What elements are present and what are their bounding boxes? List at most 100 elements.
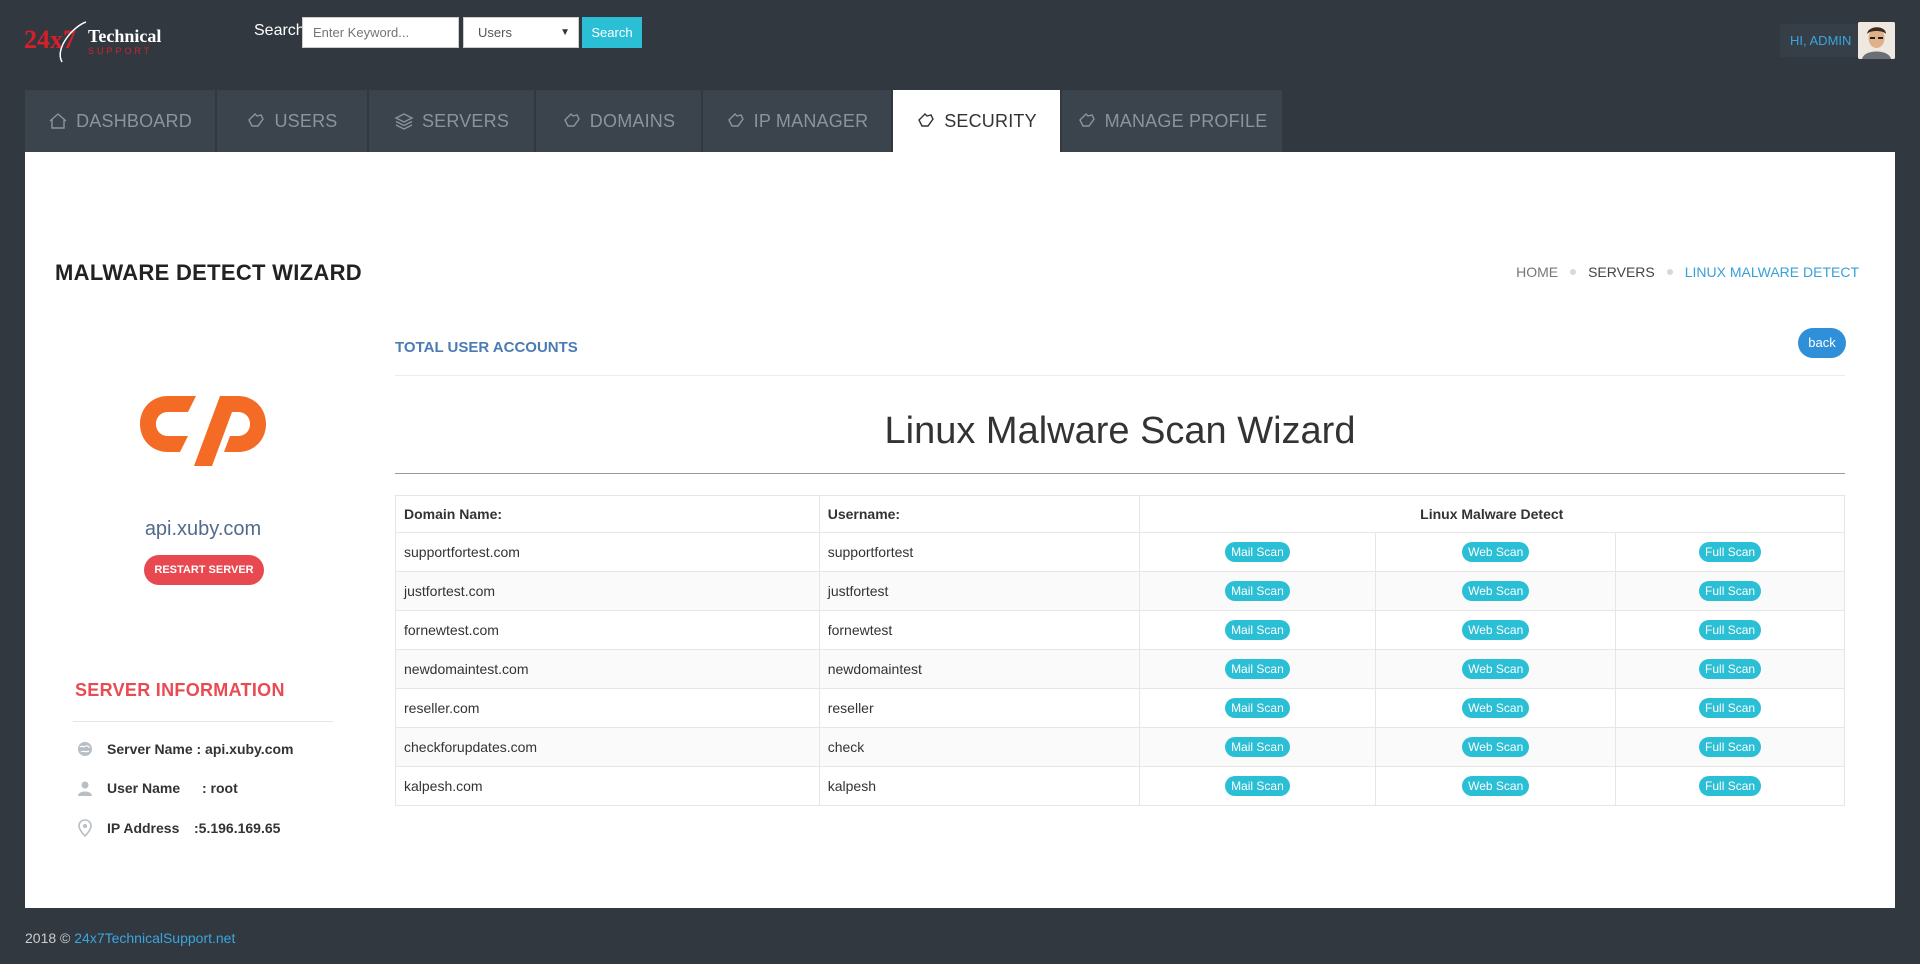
mail-scan-button[interactable]: Mail Scan — [1225, 620, 1290, 640]
full-scan-button[interactable]: Full Scan — [1699, 620, 1762, 640]
search-input[interactable] — [302, 17, 459, 48]
breadcrumb-home[interactable]: Home — [1516, 264, 1558, 280]
full-scan-button[interactable]: Full Scan — [1699, 659, 1762, 679]
search-button[interactable]: Search — [582, 17, 642, 48]
footer-link[interactable]: 24x7TechnicalSupport.net — [74, 930, 235, 946]
tab-ip-manager[interactable]: IP Manager — [703, 90, 891, 152]
layers-icon — [394, 112, 414, 130]
back-button[interactable]: back — [1798, 328, 1846, 358]
svg-text:24x7: 24x7 — [24, 25, 76, 54]
home-icon — [48, 112, 68, 130]
info-label: Server Name : api.xuby.com — [107, 741, 294, 757]
mail-scan-cell: Mail Scan — [1138, 727, 1377, 767]
mail-scan-button[interactable]: Mail Scan — [1225, 776, 1290, 796]
avatar[interactable] — [1858, 22, 1895, 59]
full-scan-button[interactable]: Full Scan — [1699, 776, 1762, 796]
full-scan-button[interactable]: Full Scan — [1699, 698, 1762, 718]
hand-icon — [916, 112, 936, 130]
full-scan-button[interactable]: Full Scan — [1699, 581, 1762, 601]
total-user-accounts-heading: Total User Accounts — [395, 339, 578, 356]
full-scan-button[interactable]: Full Scan — [1699, 542, 1762, 562]
username-cell: reseller — [818, 688, 1140, 728]
breadcrumb-separator — [1570, 269, 1577, 275]
tab-users[interactable]: Users — [217, 90, 367, 152]
domain-cell: supportfortest.com — [395, 532, 820, 572]
web-scan-cell: Web Scan — [1375, 649, 1617, 689]
breadcrumb-separator — [1666, 269, 1673, 275]
web-scan-button[interactable]: Web Scan — [1462, 776, 1530, 796]
search-category-select[interactable]: Users ▼ — [463, 17, 579, 48]
hand-icon — [246, 112, 266, 130]
info-label: User Name — [107, 780, 181, 796]
web-scan-cell: Web Scan — [1375, 532, 1617, 572]
full-scan-cell: Full Scan — [1615, 610, 1845, 650]
web-scan-cell: Web Scan — [1375, 688, 1617, 728]
domain-cell: fornewtest.com — [395, 610, 820, 650]
footer: 2018 © 24x7TechnicalSupport.net — [25, 930, 235, 946]
tab-manage-profile[interactable]: Manage Profile — [1062, 90, 1282, 152]
hand-icon — [1077, 112, 1097, 130]
tab-security[interactable]: Security — [893, 90, 1060, 152]
username-cell: supportfortest — [818, 532, 1140, 572]
mail-scan-button[interactable]: Mail Scan — [1225, 659, 1290, 679]
tab-label: Manage Profile — [1104, 110, 1268, 131]
mail-scan-button[interactable]: Mail Scan — [1225, 698, 1290, 718]
tab-label: Servers — [421, 110, 510, 131]
mail-scan-cell: Mail Scan — [1138, 649, 1377, 689]
mail-scan-button[interactable]: Mail Scan — [1225, 581, 1290, 601]
web-scan-cell: Web Scan — [1375, 766, 1617, 806]
domain-cell: justfortest.com — [395, 571, 820, 611]
table-row: checkforupdates.com check Mail Scan Web Sca… — [395, 727, 1845, 767]
search-label: Search — [254, 22, 305, 39]
divider — [73, 721, 333, 722]
full-scan-cell: Full Scan — [1615, 766, 1845, 806]
username-cell: fornewtest — [818, 610, 1140, 650]
mail-scan-cell: Mail Scan — [1138, 610, 1377, 650]
domain-cell: kalpesh.com — [395, 766, 820, 806]
domain-cell: reseller.com — [395, 688, 820, 728]
table-row: kalpesh.com kalpesh Mail Scan Web Scan Full … — [395, 766, 1845, 806]
tab-servers[interactable]: Servers — [369, 90, 534, 152]
tab-domains[interactable]: Domains — [536, 90, 701, 152]
mail-scan-button[interactable]: Mail Scan — [1225, 737, 1290, 757]
tab-label: Domains — [589, 110, 676, 131]
table-row: newdomaintest.com newdomaintest Mail Scan W… — [395, 649, 1845, 689]
header: 24x7 Technical SUPPORT Search Users ▼ Se… — [0, 0, 1920, 90]
user-greeting[interactable]: HI, ADMIN — [1780, 24, 1862, 57]
web-scan-button[interactable]: Web Scan — [1462, 542, 1530, 562]
domain-cell: checkforupdates.com — [395, 727, 820, 767]
full-scan-cell: Full Scan — [1615, 727, 1845, 767]
web-scan-button[interactable]: Web Scan — [1462, 659, 1530, 679]
main-nav-tabs: Dashboard Users Servers Domains IP Manag… — [25, 90, 1284, 152]
breadcrumb-servers[interactable]: Servers — [1588, 264, 1655, 280]
column-header-username: Username: — [818, 495, 1140, 533]
table-row: justfortest.com justfortest Mail Scan Web S… — [395, 571, 1845, 611]
svg-text:Technical: Technical — [88, 26, 161, 46]
web-scan-button[interactable]: Web Scan — [1462, 698, 1530, 718]
web-scan-cell: Web Scan — [1375, 727, 1617, 767]
ip-address-info: IP Address :5.196.169.65 — [75, 819, 280, 837]
mail-scan-cell: Mail Scan — [1138, 766, 1377, 806]
web-scan-button[interactable]: Web Scan — [1462, 581, 1530, 601]
footer-copyright: 2018 © — [25, 930, 71, 946]
username-cell: newdomaintest — [818, 649, 1140, 689]
web-scan-button[interactable]: Web Scan — [1462, 620, 1530, 640]
server-hostname: api.xuby.com — [144, 518, 262, 540]
column-header-malware-detect: Linux Malware Detect — [1138, 495, 1845, 533]
table-row: fornewtest.com fornewtest Mail Scan Web Sca… — [395, 610, 1845, 650]
breadcrumb-current: Linux Malware Detect — [1684, 264, 1859, 280]
username-cell: kalpesh — [818, 766, 1140, 806]
column-header-domain: Domain Name: — [395, 495, 820, 533]
site-logo[interactable]: 24x7 Technical SUPPORT — [24, 18, 184, 66]
user-icon — [75, 780, 95, 796]
mail-scan-button[interactable]: Mail Scan — [1225, 542, 1290, 562]
mail-scan-cell: Mail Scan — [1138, 688, 1377, 728]
tab-label: IP Manager — [753, 110, 869, 131]
restart-server-button[interactable]: Restart Server — [144, 555, 264, 585]
cpanel-logo-icon — [138, 374, 268, 474]
full-scan-button[interactable]: Full Scan — [1699, 737, 1762, 757]
divider — [395, 375, 1845, 376]
web-scan-button[interactable]: Web Scan — [1462, 737, 1530, 757]
tab-dashboard[interactable]: Dashboard — [25, 90, 215, 152]
page-title: Malware Detect Wizard — [55, 260, 362, 285]
